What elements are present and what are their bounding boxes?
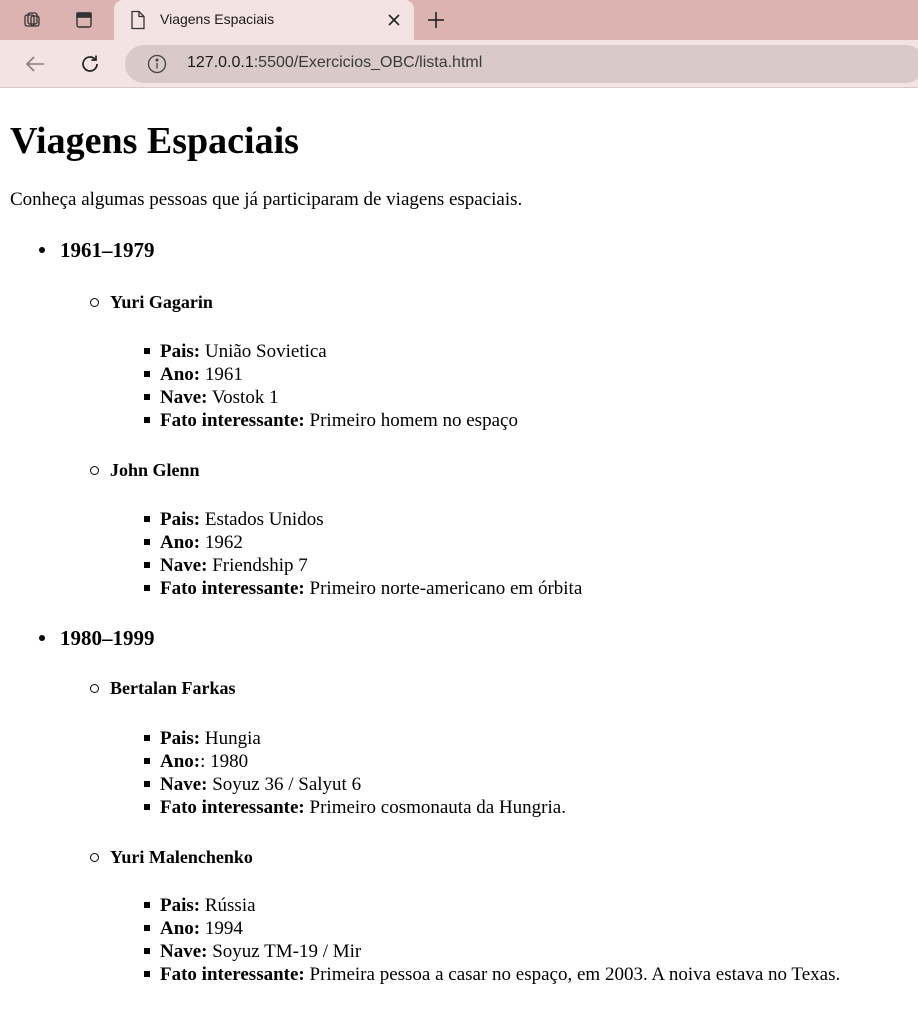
fact-label: Ano: (160, 532, 201, 553)
fact-value: Primeiro cosmonauta da Hungria. (304, 797, 566, 818)
fact-label: Fato interessante: (160, 578, 305, 599)
period-heading: 1961–1979 (39, 238, 908, 262)
tab-actions-icon[interactable] (68, 4, 100, 36)
fact-value: : 1980 (200, 751, 249, 772)
period-item: 1961–1979 Yuri Gagarin Pais: União Sovie… (10, 238, 908, 600)
page-title: Viagens Espaciais (10, 120, 299, 162)
fact-label: Nave: (160, 555, 208, 576)
tab-title: Viagens Espaciais (160, 11, 275, 27)
back-icon[interactable] (19, 48, 51, 80)
fact-value: Friendship 7 (207, 555, 308, 576)
periods-list: 1961–1979 Yuri Gagarin Pais: União Sovie… (10, 238, 908, 986)
fact-label: Nave: (160, 387, 208, 408)
people-list: Bertalan Farkas Pais: Hungia Ano:: 1980 … (60, 677, 908, 986)
fact-value: Estados Unidos (200, 509, 324, 530)
person-name: Bertalan Farkas (90, 677, 908, 699)
fact-value: 1994 (200, 918, 243, 939)
person-name: Yuri Malenchenko (90, 846, 908, 868)
fact-item: Pais: Estados Unidos (144, 508, 908, 531)
fact-value: Primeiro norte-americano em órbita (304, 578, 583, 599)
fact-label: Nave: (160, 774, 208, 795)
fact-item: Nave: Vostok 1 (144, 386, 908, 409)
period-heading: 1980–1999 (39, 626, 908, 650)
fact-item: Pais: União Sovietica (144, 340, 908, 363)
facts-list: Pais: Estados Unidos Ano: 1962 Nave: Fri… (110, 508, 908, 600)
page-favicon-icon (130, 10, 146, 35)
person-item: John Glenn Pais: Estados Unidos Ano: 196… (60, 459, 908, 600)
facts-list: Pais: Rússia Ano: 1994 Nave: Soyuz TM-19… (110, 894, 908, 986)
tab-strip: Viagens Espaciais (0, 0, 918, 40)
facts-list: Pais: União Sovietica Ano: 1961 Nave: Vo… (110, 340, 908, 432)
person-name: Yuri Gagarin (90, 291, 908, 313)
new-tab-icon[interactable] (420, 4, 452, 36)
fact-label: Pais: (160, 341, 201, 362)
fact-value: Rússia (200, 895, 256, 916)
fact-label: Ano: (160, 918, 201, 939)
refresh-icon[interactable] (74, 48, 106, 80)
tab-active[interactable]: Viagens Espaciais (114, 0, 414, 40)
fact-value: Primeiro homem no espaço (304, 410, 518, 431)
person-item: Yuri Malenchenko Pais: Rússia Ano: 1994 … (60, 846, 908, 986)
fact-item: Fato interessante: Primeiro cosmonauta d… (144, 796, 908, 819)
fact-label: Pais: (160, 895, 201, 916)
fact-label: Fato interessante: (160, 410, 305, 431)
address-bar[interactable]: 127.0.0.1:5500/Exercicios_OBC/lista.html (125, 45, 918, 83)
fact-item: Fato interessante: Primeiro norte-americ… (144, 577, 908, 600)
fact-item: Fato interessante: Primeira pessoa a cas… (144, 963, 908, 986)
fact-item: Ano: 1994 (144, 917, 908, 940)
fact-item: Ano: 1962 (144, 531, 908, 554)
fact-item: Pais: Rússia (144, 894, 908, 917)
fact-label: Fato interessante: (160, 797, 305, 818)
fact-value: Soyuz TM-19 / Mir (207, 941, 362, 962)
info-icon[interactable] (147, 54, 167, 79)
fact-label: Pais: (160, 728, 201, 749)
page-content: Viagens Espaciais Conheça algumas pessoa… (0, 89, 918, 1010)
url-host: 127.0.0.1 (187, 54, 254, 71)
close-icon[interactable] (382, 8, 406, 32)
toolbar: 127.0.0.1:5500/Exercicios_OBC/lista.html (0, 40, 918, 88)
facts-list: Pais: Hungia Ano:: 1980 Nave: Soyuz 36 /… (110, 727, 908, 819)
person-item: Bertalan Farkas Pais: Hungia Ano:: 1980 … (60, 677, 908, 819)
fact-item: Ano: 1961 (144, 363, 908, 386)
fact-label: Ano: (160, 364, 201, 385)
fact-item: Pais: Hungia (144, 727, 908, 750)
url-path: :5500/Exercicios_OBC/lista.html (253, 54, 483, 71)
fact-value: Hungia (200, 728, 261, 749)
fact-item: Nave: Friendship 7 (144, 554, 908, 577)
fact-value: Soyuz 36 / Salyut 6 (207, 774, 362, 795)
person-name: John Glenn (90, 459, 908, 481)
fact-item: Fato interessante: Primeiro homem no esp… (144, 409, 908, 432)
people-list: Yuri Gagarin Pais: União Sovietica Ano: … (60, 291, 908, 600)
url-text: 127.0.0.1:5500/Exercicios_OBC/lista.html (187, 54, 482, 72)
fact-item: Nave: Soyuz TM-19 / Mir (144, 940, 908, 963)
fact-value: União Sovietica (200, 341, 327, 362)
period-item: 1980–1999 Bertalan Farkas Pais: Hungia A… (10, 626, 908, 986)
workspaces-icon[interactable] (16, 4, 48, 36)
fact-value: 1961 (200, 364, 243, 385)
fact-item: Ano:: 1980 (144, 750, 908, 773)
fact-label: Fato interessante: (160, 964, 305, 985)
fact-label: Nave: (160, 941, 208, 962)
fact-item: Nave: Soyuz 36 / Salyut 6 (144, 773, 908, 796)
fact-label: Ano: (160, 751, 201, 772)
fact-value: Vostok 1 (207, 387, 279, 408)
fact-value: Primeira pessoa a casar no espaço, em 20… (304, 964, 841, 985)
fact-label: Pais: (160, 509, 201, 530)
fact-value: 1962 (200, 532, 243, 553)
intro-text: Conheça algumas pessoas que já participa… (10, 189, 523, 210)
person-item: Yuri Gagarin Pais: União Sovietica Ano: … (60, 291, 908, 432)
